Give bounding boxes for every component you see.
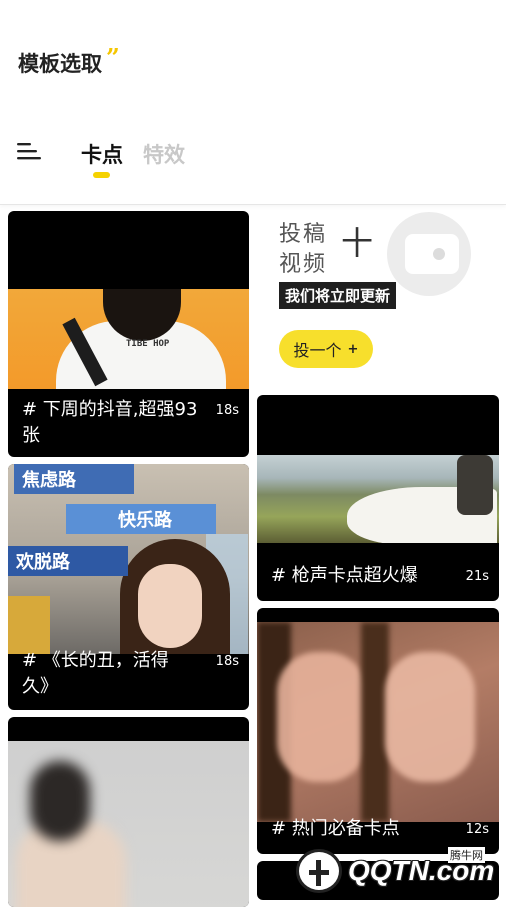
card-caption-line2: 久》: [22, 676, 58, 697]
card-caption: # 《长的丑，活得 久》: [22, 648, 222, 700]
page-title-text: 模板选取: [18, 52, 102, 76]
card-caption-line1: # 《长的丑，活得: [22, 650, 169, 671]
card-thumbnail: [257, 622, 499, 822]
plus-icon: +: [347, 341, 359, 357]
watermark: QQTN.com 腾牛网: [296, 845, 500, 897]
card-thumbnail: 焦虑路 快乐路 欢脱路: [8, 464, 249, 654]
card-caption: # 下周的抖音,超强93 张: [22, 397, 222, 449]
promo-tagline: 我们将立即更新: [279, 282, 397, 309]
card-caption: # 热门必备卡点: [271, 818, 400, 839]
shirt-print: TIBE HOP: [126, 339, 170, 349]
template-card-1[interactable]: TIBE HOP # 下周的抖音,超强93 张 18s: [8, 211, 249, 457]
plus-icon: 十: [341, 224, 374, 262]
quote-mark-icon: ”: [106, 43, 120, 72]
tab-texiao[interactable]: 特效: [143, 139, 185, 169]
card-caption: # 枪声卡点超火爆: [271, 565, 418, 586]
template-card-3[interactable]: [8, 717, 249, 907]
card-duration: 18s: [215, 403, 239, 418]
template-card-4[interactable]: # 枪声卡点超火爆 21s: [257, 395, 499, 601]
menu-icon[interactable]: [17, 141, 41, 161]
header: 模板选取 ” 卡点 特效: [0, 0, 506, 205]
page-title: 模板选取 ”: [18, 43, 120, 78]
submit-button-label: 投一个: [293, 341, 342, 360]
watermark-label: 腾牛网: [448, 847, 485, 863]
submit-button[interactable]: 投一个 +: [279, 330, 373, 368]
qqtn-logo-icon: [296, 849, 342, 893]
card-caption-line2: 张: [22, 425, 40, 446]
template-card-2[interactable]: 焦虑路 快乐路 欢脱路 # 《长的丑，活得 久》 18s: [8, 464, 249, 710]
card-caption-line1: # 下周的抖音,超强93: [22, 399, 198, 420]
card-duration: 18s: [215, 654, 239, 669]
card-thumbnail: TIBE HOP: [8, 289, 249, 389]
tab-kadian[interactable]: 卡点: [81, 139, 123, 169]
active-tab-indicator: [93, 172, 110, 178]
card-duration: 21s: [465, 569, 489, 584]
card-thumbnail: [257, 455, 499, 543]
camera-logo-icon: [387, 212, 471, 296]
card-duration: 12s: [465, 822, 489, 837]
street-sign: 快乐路: [66, 504, 216, 534]
card-thumbnail: [8, 741, 249, 907]
template-card-5[interactable]: # 热门必备卡点 12s: [257, 608, 499, 854]
street-sign: 欢脱路: [8, 546, 128, 576]
street-sign: 焦虑路: [14, 464, 134, 494]
promo-line1: 投稿: [279, 222, 328, 247]
submit-promo-card: 投稿 十 视频 我们将立即更新 投一个 +: [257, 210, 499, 386]
promo-line2: 视频: [279, 252, 328, 277]
